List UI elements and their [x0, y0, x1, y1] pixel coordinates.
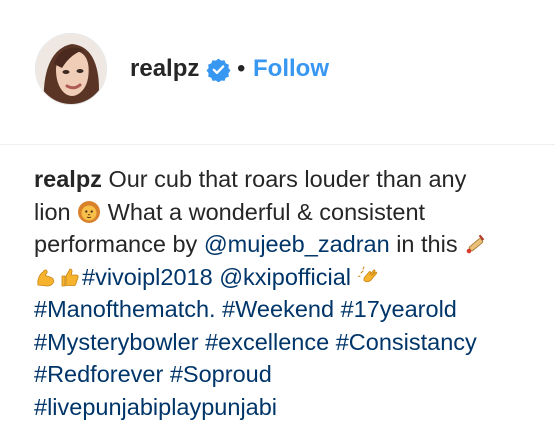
caption-line: realpz Our cub that roars louder than an…	[34, 163, 549, 196]
caption-text: in this	[389, 231, 465, 257]
post-header: realpz • Follow	[0, 0, 555, 145]
post-caption: realpz Our cub that roars louder than an…	[34, 163, 549, 422]
caption-line: performance by @mujeeb_zadran in this	[34, 228, 549, 261]
hashtag-link[interactable]: #Consistancy	[336, 329, 477, 355]
avatar-image	[36, 34, 106, 104]
mention-link[interactable]: @kxipofficial	[219, 264, 351, 290]
caption-line: lion What a wonderful & consistent	[34, 196, 549, 229]
avatar[interactable]	[35, 33, 107, 105]
hashtag-link[interactable]: #17yearold	[341, 296, 457, 322]
header-separator: •	[237, 55, 246, 82]
hashtag-link[interactable]: #livepunjabiplaypunjabi	[34, 394, 277, 420]
flexed-biceps-icon	[34, 265, 58, 289]
cricket-bat-icon	[464, 232, 488, 256]
post-username[interactable]: realpz	[130, 55, 199, 83]
caption-text: performance by	[34, 231, 204, 257]
verified-badge-icon	[206, 58, 231, 82]
clapping-hands-icon	[357, 265, 382, 289]
caption-text: Our cub that roars louder than any	[101, 166, 467, 192]
hashtag-link[interactable]: #Manofthematch.	[34, 296, 216, 322]
caption-line: #Manofthematch. #Weekend #17yearold	[34, 293, 549, 326]
hashtag-link[interactable]: #Weekend	[222, 296, 334, 322]
follow-button[interactable]: Follow	[253, 55, 329, 83]
caption-line: #Mysterybowler #excellence #Consistancy	[34, 326, 549, 359]
caption-text: What a wonderful & consistent	[101, 198, 426, 225]
caption-text: lion	[34, 198, 78, 225]
caption-line: #Redforever #Soproud	[34, 358, 549, 391]
thumbs-up-icon	[58, 265, 82, 289]
caption-line: #vivoipl2018 @kxipofficial	[34, 261, 549, 294]
caption-username-link[interactable]: realpz	[34, 166, 102, 192]
hashtag-link[interactable]: #Redforever	[34, 361, 163, 387]
mention-link[interactable]: @mujeeb_zadran	[204, 231, 390, 257]
hashtag-link[interactable]: #Mysterybowler	[34, 329, 199, 355]
caption-line: #livepunjabiplaypunjabi	[34, 391, 549, 422]
hashtag-link[interactable]: #Soproud	[170, 361, 272, 387]
lion-face-icon	[77, 200, 101, 224]
hashtag-link[interactable]: #excellence	[205, 329, 329, 355]
hashtag-link[interactable]: #vivoipl2018	[82, 264, 213, 290]
post-card: realpz • Follow realpz Our cub that roar…	[0, 0, 555, 422]
